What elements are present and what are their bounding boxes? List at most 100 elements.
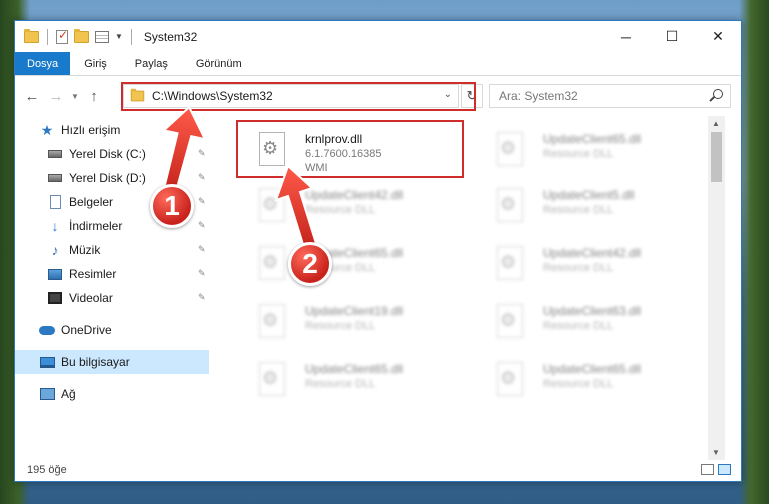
folder-icon[interactable] bbox=[24, 28, 39, 43]
status-bar: 195 öğe bbox=[15, 459, 741, 481]
close-button[interactable]: ✕ bbox=[695, 21, 741, 52]
pin-icon: ✎ bbox=[198, 244, 206, 254]
dll-file-icon bbox=[497, 188, 523, 222]
computer-icon bbox=[39, 356, 55, 368]
pin-icon: ✎ bbox=[198, 292, 206, 302]
dll-file-icon bbox=[497, 132, 523, 166]
nav-label: Yerel Disk (C:) bbox=[69, 147, 146, 161]
chevron-down-icon[interactable]: ▼ bbox=[115, 32, 123, 41]
file-name: UpdateClient65.dll bbox=[305, 362, 404, 376]
nav-item-pictures[interactable]: Resimler ✎ bbox=[15, 262, 209, 286]
step-badge-1: 1 bbox=[150, 184, 194, 228]
file-tile[interactable]: UpdateClient65.dll Resource DLL bbox=[237, 352, 467, 406]
tab-file[interactable]: Dosya bbox=[15, 52, 71, 75]
list-icon[interactable] bbox=[95, 30, 109, 43]
pin-icon: ✎ bbox=[198, 220, 206, 230]
recent-chevron-down-icon[interactable]: ▼ bbox=[69, 92, 81, 101]
tab-home[interactable]: Giriş bbox=[70, 52, 121, 75]
file-name: UpdateClient5.dll bbox=[543, 188, 635, 202]
file-tile[interactable]: UpdateClient19.dll Resource DLL bbox=[237, 294, 467, 348]
file-name: UpdateClient19.dll bbox=[305, 304, 404, 318]
nav-label: Ağ bbox=[61, 387, 76, 401]
network-icon bbox=[39, 388, 55, 400]
toolbar-separator bbox=[47, 28, 48, 45]
tiles-view-icon[interactable] bbox=[718, 464, 731, 475]
address-row: ← → ▼ ↑ C:\Windows\System32 ⌄ ↻ Ara: Sys… bbox=[15, 76, 741, 116]
music-icon: ♪ bbox=[51, 242, 59, 258]
title-bar: ▼ System32 ─ ☐ ✕ bbox=[15, 21, 741, 52]
star-icon: ★ bbox=[40, 121, 54, 138]
nav-item-onedrive[interactable]: OneDrive bbox=[15, 318, 209, 342]
minimize-button[interactable]: ─ bbox=[603, 21, 649, 52]
file-tile[interactable]: UpdateClient5.dll Resource DLL bbox=[475, 178, 705, 232]
step-badge-2: 2 bbox=[288, 242, 332, 286]
nav-item-videos[interactable]: Videolar ✎ bbox=[15, 286, 209, 310]
disk-icon bbox=[48, 150, 62, 158]
vertical-scrollbar[interactable]: ▲ ▼ bbox=[708, 116, 725, 460]
background-right bbox=[739, 0, 769, 504]
downloads-icon: ↓ bbox=[51, 218, 59, 234]
nav-label: Belgeler bbox=[69, 195, 114, 209]
dll-file-icon bbox=[497, 304, 523, 338]
view-switcher bbox=[701, 464, 731, 475]
videos-icon bbox=[48, 292, 62, 304]
scroll-up-icon[interactable]: ▲ bbox=[712, 119, 720, 128]
ribbon-tabs: Dosya Giriş Paylaş Görünüm bbox=[15, 52, 741, 76]
search-placeholder: Ara: System32 bbox=[499, 89, 578, 103]
file-description: Resource DLL bbox=[543, 378, 614, 390]
search-input[interactable]: Ara: System32 bbox=[489, 84, 731, 108]
nav-label: OneDrive bbox=[61, 323, 112, 337]
file-description: Resource DLL bbox=[305, 320, 376, 332]
pictures-icon bbox=[48, 268, 62, 280]
properties-check-icon[interactable] bbox=[56, 28, 68, 44]
pin-icon: ✎ bbox=[198, 268, 206, 278]
toolbar-separator bbox=[130, 28, 132, 45]
item-count: 195 öğe bbox=[27, 464, 67, 476]
window-title: System32 bbox=[143, 29, 198, 44]
file-name: UpdateClient65.dll bbox=[543, 362, 642, 376]
up-arrow-icon[interactable]: ↑ bbox=[83, 88, 105, 105]
forward-arrow-icon[interactable]: → bbox=[45, 88, 67, 105]
file-name: UpdateClient63.dll bbox=[543, 304, 642, 318]
quick-access-toolbar: ▼ System32 bbox=[15, 28, 198, 45]
tab-view[interactable]: Görünüm bbox=[182, 52, 256, 75]
file-description: Resource DLL bbox=[543, 320, 614, 332]
nav-label: Yerel Disk (D:) bbox=[69, 171, 146, 185]
scrollbar-thumb[interactable] bbox=[711, 132, 722, 182]
file-tile[interactable]: UpdateClient63.dll Resource DLL bbox=[475, 294, 705, 348]
nav-label: Videolar bbox=[69, 291, 113, 305]
file-description: Resource DLL bbox=[305, 378, 376, 390]
maximize-button[interactable]: ☐ bbox=[649, 21, 695, 52]
documents-icon bbox=[49, 195, 61, 209]
file-description: Resource DLL bbox=[543, 204, 614, 216]
nav-item-network[interactable]: Ağ bbox=[15, 382, 209, 406]
content-area: ★ Hızlı erişim Yerel Disk (C:) ✎ Yerel D… bbox=[15, 116, 743, 460]
nav-label: Bu bilgisayar bbox=[61, 355, 130, 369]
nav-label: İndirmeler bbox=[69, 219, 123, 233]
new-folder-icon[interactable] bbox=[74, 28, 89, 43]
dll-file-icon bbox=[259, 362, 285, 396]
details-view-icon[interactable] bbox=[701, 464, 714, 475]
file-tile[interactable]: UpdateClient65.dll Resource DLL bbox=[475, 352, 705, 406]
explorer-window: ▼ System32 ─ ☐ ✕ Dosya Giriş Paylaş Görü… bbox=[14, 20, 742, 482]
dll-file-icon bbox=[497, 362, 523, 396]
file-tile[interactable]: UpdateClient42.dll Resource DLL bbox=[475, 236, 705, 290]
nav-label: Müzik bbox=[69, 243, 101, 257]
cloud-icon bbox=[39, 325, 55, 335]
scroll-down-icon[interactable]: ▼ bbox=[712, 448, 720, 457]
tab-share[interactable]: Paylaş bbox=[121, 52, 182, 75]
file-name: UpdateClient42.dll bbox=[543, 246, 642, 260]
back-arrow-icon[interactable]: ← bbox=[21, 88, 43, 105]
window-controls: ─ ☐ ✕ bbox=[603, 21, 741, 52]
disk-icon bbox=[48, 174, 62, 182]
dll-file-icon bbox=[259, 304, 285, 338]
search-icon[interactable] bbox=[713, 89, 723, 99]
nav-item-this-pc[interactable]: Bu bilgisayar bbox=[15, 350, 209, 374]
file-description: Resource DLL bbox=[543, 148, 614, 160]
nav-item-music[interactable]: ♪ Müzik ✎ bbox=[15, 238, 209, 262]
dll-file-icon bbox=[497, 246, 523, 280]
nav-label: Hızlı erişim bbox=[61, 123, 121, 137]
file-tile[interactable]: UpdateClient65.dll Resource DLL bbox=[475, 122, 705, 176]
nav-label: Resimler bbox=[69, 267, 117, 281]
file-name: UpdateClient65.dll bbox=[543, 132, 642, 146]
